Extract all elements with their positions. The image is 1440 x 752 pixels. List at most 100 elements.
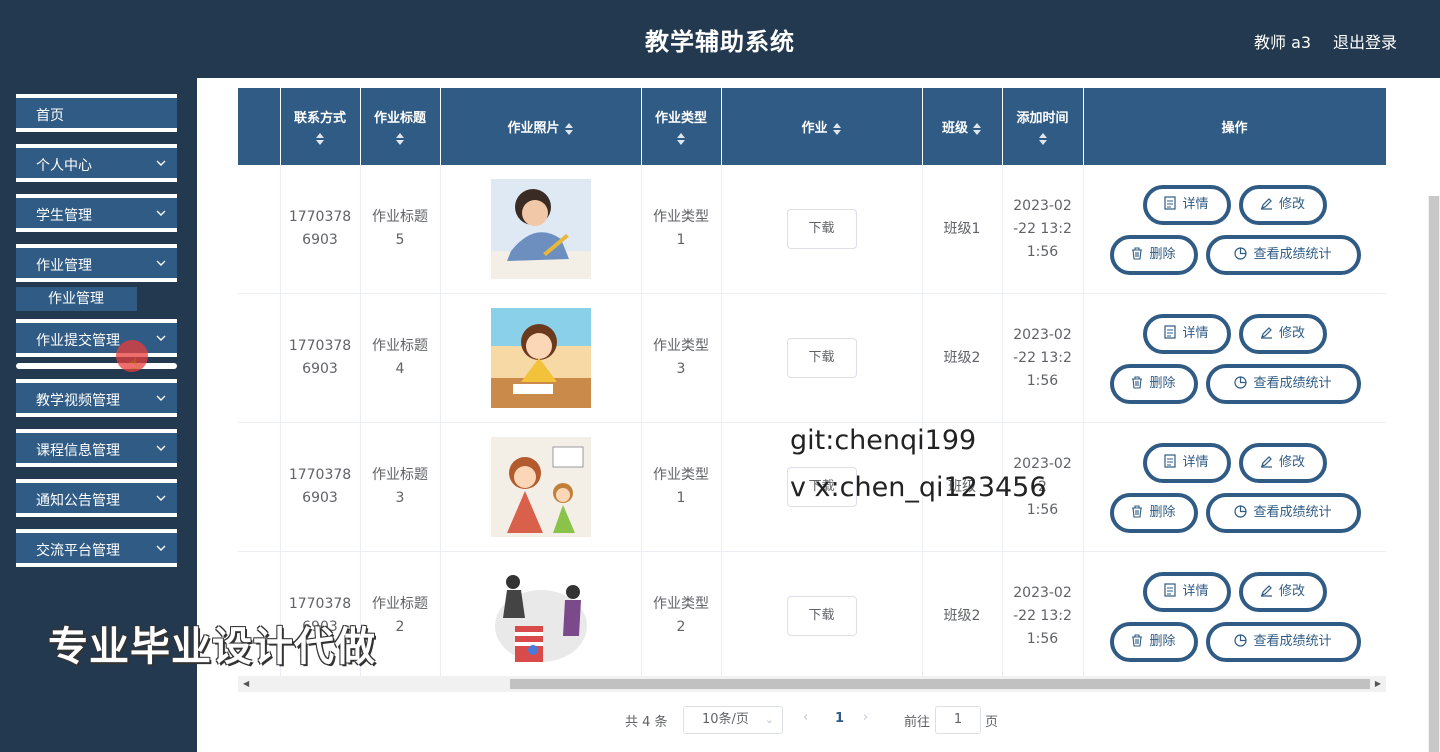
scroll-left-icon[interactable]: ◀ — [243, 679, 249, 688]
type-line: 1 — [676, 490, 686, 506]
edit-icon — [1260, 585, 1272, 597]
phone-line: 6903 — [302, 361, 338, 377]
chevron-down-icon — [155, 441, 167, 455]
homework-type-cell: 作业类型 1 — [641, 422, 722, 552]
type-line: 1 — [676, 232, 686, 248]
edit-button[interactable]: 修改 — [1238, 443, 1327, 483]
scrollbar-thumb[interactable] — [510, 679, 1370, 689]
horizontal-scrollbar[interactable]: ◀ ▶ — [238, 676, 1386, 692]
detail-button[interactable]: 详情 — [1142, 314, 1231, 354]
delete-button[interactable]: 删除 — [1109, 493, 1198, 533]
sort-icon[interactable] — [315, 132, 325, 146]
sort-icon[interactable] — [676, 132, 686, 146]
sidebar-item-label: 通知公告管理 — [36, 493, 120, 509]
sidebar-item-notice[interactable]: 通知公告管理 — [16, 479, 177, 517]
homework-photo[interactable] — [490, 308, 591, 408]
sort-icon[interactable] — [395, 132, 405, 146]
homework-photo[interactable] — [490, 179, 591, 279]
column-header-label: 班级 — [941, 121, 968, 136]
submenu-item-homework-management[interactable]: 作业管理 — [16, 287, 137, 311]
current-user: 教师 a3 — [1254, 33, 1312, 52]
edit-button[interactable]: 修改 — [1238, 185, 1327, 225]
sidebar-item-forum[interactable]: 交流平台管理 — [16, 529, 177, 567]
main-content: 联系方式 作业标题 作业照片 作业类型 作业 班级 添加时间 操作 177037… — [197, 78, 1440, 752]
sort-icon[interactable] — [972, 122, 982, 136]
column-header-homework-title[interactable]: 作业标题 — [360, 88, 441, 165]
time-line: 1:56 — [1026, 243, 1059, 260]
actions-cell: 详情 修改 删除 查看成绩统计 — [1083, 422, 1386, 552]
sidebar-item-student-management[interactable]: 学生管理 — [16, 194, 177, 232]
title-line: 作业标题 — [372, 209, 428, 225]
prev-page-button[interactable]: ‹ — [803, 710, 808, 725]
scroll-right-icon[interactable]: ▶ — [1375, 679, 1381, 688]
submenu-divider — [16, 363, 177, 369]
edit-icon — [1260, 456, 1272, 468]
sort-icon[interactable] — [1038, 132, 1048, 146]
column-header-homework-type[interactable]: 作业类型 — [641, 88, 722, 165]
pie-chart-icon — [1234, 376, 1248, 389]
detail-button[interactable]: 详情 — [1142, 443, 1231, 483]
phone-line: 1770378 — [288, 596, 352, 612]
sort-icon[interactable] — [564, 122, 574, 136]
view-grade-stats-button[interactable]: 查看成绩统计 — [1205, 364, 1361, 404]
detail-button[interactable]: 详情 — [1142, 185, 1231, 225]
view-grade-stats-button[interactable]: 查看成绩统计 — [1205, 622, 1361, 662]
detail-label: 详情 — [1182, 455, 1209, 470]
detail-label: 详情 — [1182, 197, 1209, 212]
sort-icon[interactable] — [832, 122, 842, 136]
pie-chart-icon — [1234, 247, 1248, 260]
detail-button[interactable]: 详情 — [1142, 572, 1231, 612]
hand-pointer-icon: ☝ — [128, 354, 138, 373]
sidebar-item-personal-center[interactable]: 个人中心 — [16, 144, 177, 182]
time-line: -22 13:2 — [1013, 220, 1072, 237]
title-line: 5 — [395, 232, 405, 248]
homework-table: 联系方式 作业标题 作业照片 作业类型 作业 班级 添加时间 操作 177037… — [238, 88, 1386, 676]
logout-button[interactable]: 退出登录 — [1333, 29, 1397, 53]
column-header-class[interactable]: 班级 — [922, 88, 1003, 165]
table-row: 1770378 6903 作业标题 4 作业类型 3 下载 班级2 2023-02 -2… — [238, 293, 1386, 423]
column-header-homework-file[interactable]: 作业 — [721, 88, 923, 165]
download-button[interactable]: 下载 — [786, 338, 857, 378]
view-grade-stats-button[interactable]: 查看成绩统计 — [1205, 235, 1361, 275]
column-header-label: 作业 — [801, 121, 828, 136]
delete-button[interactable]: 删除 — [1109, 364, 1198, 404]
delete-button[interactable]: 删除 — [1109, 622, 1198, 662]
chevron-down-icon — [155, 541, 167, 555]
title-line: 作业标题 — [372, 338, 428, 354]
homework-type-cell: 作业类型 3 — [641, 293, 722, 423]
phone-line: 1770378 — [288, 338, 352, 354]
column-header-phone[interactable]: 联系方式 — [280, 88, 361, 165]
actions-cell: 详情 修改 删除 查看成绩统计 — [1083, 165, 1386, 294]
sidebar-item-homework-management[interactable]: 作业管理 — [16, 244, 177, 282]
page-number[interactable]: 1 — [835, 711, 844, 726]
download-button[interactable]: 下载 — [786, 209, 857, 249]
goto-page-input[interactable]: 1 — [935, 706, 981, 734]
sidebar-item-home[interactable]: 首页 — [16, 94, 177, 132]
goto-label: 前往 — [904, 715, 931, 730]
sidebar-item-course-info[interactable]: 课程信息管理 — [16, 429, 177, 467]
sidebar-item-video-management[interactable]: 教学视频管理 — [16, 379, 177, 417]
next-page-button[interactable]: › — [863, 710, 868, 725]
delete-label: 删除 — [1149, 376, 1176, 391]
edit-label: 修改 — [1278, 197, 1305, 212]
homework-photo[interactable] — [490, 437, 591, 537]
homework-photo[interactable] — [490, 566, 591, 666]
view-grade-stats-button[interactable]: 查看成绩统计 — [1205, 493, 1361, 533]
vertical-scrollbar[interactable] — [1428, 196, 1440, 752]
column-header-label: 作业类型 — [654, 111, 707, 126]
homework-photo-cell — [440, 293, 642, 423]
edit-button[interactable]: 修改 — [1238, 572, 1327, 612]
page-size-select[interactable]: 10条/页 ⌄ — [683, 706, 783, 734]
column-header-add-time[interactable]: 添加时间 — [1002, 88, 1084, 165]
download-button[interactable]: 下载 — [786, 596, 857, 636]
phone-line: 6903 — [302, 490, 338, 506]
sidebar-item-homework-submission[interactable]: 作业提交管理 — [16, 319, 177, 357]
phone-cell: 1770378 6903 — [280, 165, 361, 294]
scrollbar-thumb[interactable] — [1429, 196, 1439, 752]
column-header-homework-photo[interactable]: 作业照片 — [440, 88, 642, 165]
trash-icon — [1132, 376, 1143, 389]
time-line: 2023-02 — [1013, 584, 1072, 601]
delete-button[interactable]: 删除 — [1109, 235, 1198, 275]
edit-button[interactable]: 修改 — [1238, 314, 1327, 354]
edit-label: 修改 — [1278, 326, 1305, 341]
